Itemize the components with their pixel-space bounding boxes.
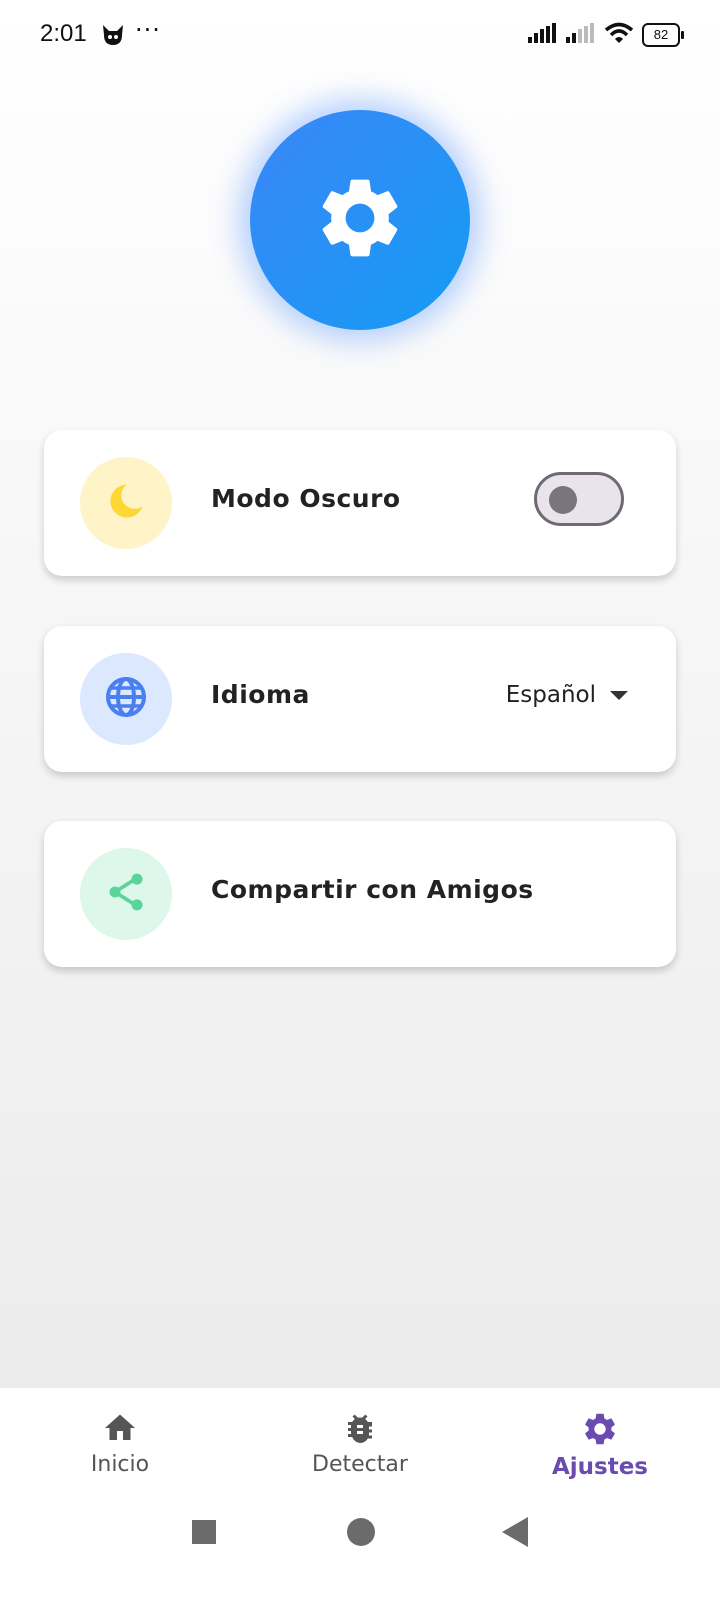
home-icon xyxy=(105,1414,135,1440)
moon-icon-badge xyxy=(80,457,172,549)
language-label: Idioma xyxy=(211,680,310,709)
status-time: 2:01 xyxy=(40,20,87,47)
share-icon-badge xyxy=(80,848,172,940)
bottom-navigation: Inicio Detectar Ajustes xyxy=(0,1388,720,1600)
gear-icon xyxy=(585,1413,615,1445)
globe-icon xyxy=(102,673,150,725)
signal-icon xyxy=(566,23,596,47)
language-select[interactable]: Español xyxy=(506,682,628,708)
share-card[interactable]: Compartir con Amigos xyxy=(44,821,676,967)
nav-label-inicio: Inicio xyxy=(90,1452,150,1477)
battery-icon: 82 xyxy=(642,23,684,47)
more-notifications-icon: ··· xyxy=(135,16,161,44)
home-circle-icon[interactable] xyxy=(347,1518,375,1546)
system-navigation xyxy=(0,1500,720,1560)
nav-label-detectar: Detectar xyxy=(312,1452,408,1477)
globe-icon-badge xyxy=(80,653,172,745)
wifi-icon xyxy=(604,22,634,48)
nav-item-ajustes[interactable]: Ajustes xyxy=(500,1410,700,1480)
dark-mode-toggle[interactable] xyxy=(534,472,624,526)
nav-label-ajustes: Ajustes xyxy=(551,1454,649,1480)
settings-hero xyxy=(250,110,470,330)
language-value: Español xyxy=(505,682,596,708)
nav-item-detectar[interactable]: Detectar xyxy=(260,1410,460,1477)
language-card[interactable]: Idioma Español xyxy=(44,626,676,772)
back-triangle-icon[interactable] xyxy=(502,1517,528,1547)
bug-icon xyxy=(348,1414,372,1443)
status-icons: 82 xyxy=(528,22,684,48)
signal-icon xyxy=(528,23,558,47)
share-label: Compartir con Amigos xyxy=(211,875,534,904)
moon-icon xyxy=(104,479,148,527)
gear-icon xyxy=(312,170,408,270)
cat-notification-icon xyxy=(100,23,126,51)
nav-item-inicio[interactable]: Inicio xyxy=(20,1410,220,1477)
share-icon xyxy=(104,870,148,918)
status-bar: 2:01 ··· 82 xyxy=(0,0,720,72)
toggle-knob xyxy=(549,486,577,514)
dark-mode-label: Modo Oscuro xyxy=(211,484,401,513)
dark-mode-card[interactable]: Modo Oscuro xyxy=(44,430,676,576)
chevron-down-icon xyxy=(610,690,628,700)
recents-square-icon[interactable] xyxy=(192,1520,216,1544)
